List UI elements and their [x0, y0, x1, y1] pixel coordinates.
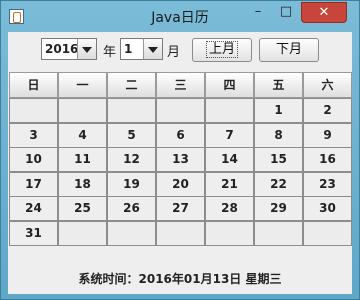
day-cell[interactable]: 30 [303, 196, 352, 221]
app-window: Java日历 – □ ✕ 2016 年 1 月 上月 下月 日 一 二 三 四 … [0, 0, 360, 300]
system-time-status: 系统时间：2016年01月13日 星期三 [78, 272, 282, 286]
weekday-header: 四 [205, 72, 254, 98]
empty-day-cell [107, 221, 156, 246]
day-cell[interactable]: 27 [156, 196, 205, 221]
day-cell[interactable]: 9 [303, 123, 352, 148]
year-select[interactable]: 2016 [41, 38, 97, 60]
empty-day-cell [205, 221, 254, 246]
empty-day-cell [9, 98, 58, 123]
year-label: 年 [103, 45, 117, 60]
day-cell[interactable]: 16 [303, 147, 352, 172]
day-cell[interactable]: 13 [156, 147, 205, 172]
day-cell[interactable]: 2 [303, 98, 352, 123]
day-cell[interactable]: 10 [9, 147, 58, 172]
day-cell[interactable]: 19 [107, 172, 156, 197]
weekday-header: 日 [9, 72, 58, 98]
weekday-header: 一 [58, 72, 107, 98]
day-cell[interactable]: 21 [205, 172, 254, 197]
day-cell[interactable]: 23 [303, 172, 352, 197]
day-cell[interactable]: 18 [58, 172, 107, 197]
next-month-button[interactable]: 下月 [259, 38, 319, 62]
day-cell[interactable]: 7 [205, 123, 254, 148]
empty-day-cell [254, 221, 303, 246]
month-select[interactable]: 1 [120, 38, 163, 60]
day-cell[interactable]: 5 [107, 123, 156, 148]
empty-day-cell [156, 221, 205, 246]
empty-day-cell [58, 221, 107, 246]
day-cell[interactable]: 4 [58, 123, 107, 148]
day-cell[interactable]: 28 [205, 196, 254, 221]
day-cell[interactable]: 26 [107, 196, 156, 221]
month-label: 月 [167, 45, 181, 60]
close-button[interactable]: ✕ [301, 2, 347, 23]
prev-month-button[interactable]: 上月 [192, 38, 252, 62]
minimize-button[interactable]: – [245, 2, 271, 23]
chevron-down-icon[interactable] [143, 39, 162, 59]
day-cell[interactable]: 25 [58, 196, 107, 221]
empty-day-cell [58, 98, 107, 123]
weekday-header: 二 [107, 72, 156, 98]
day-cell[interactable]: 11 [58, 147, 107, 172]
prev-month-label: 上月 [205, 41, 238, 58]
weekday-header: 五 [254, 72, 303, 98]
day-cell[interactable]: 8 [254, 123, 303, 148]
title-bar[interactable]: Java日历 – □ ✕ [1, 1, 359, 31]
day-cell[interactable]: 31 [9, 221, 58, 246]
day-cell[interactable]: 20 [156, 172, 205, 197]
calendar-panel: 2016 年 1 月 上月 下月 日 一 二 三 四 五 六 123456789… [8, 32, 352, 294]
day-cell[interactable]: 12 [107, 147, 156, 172]
day-cell[interactable]: 24 [9, 196, 58, 221]
weekday-header-row: 日 一 二 三 四 五 六 [9, 72, 352, 98]
month-value: 1 [124, 42, 133, 56]
day-cell[interactable]: 1 [254, 98, 303, 123]
empty-day-cell [156, 98, 205, 123]
day-cell[interactable]: 3 [9, 123, 58, 148]
chevron-down-icon[interactable] [77, 39, 96, 59]
empty-day-cell [205, 98, 254, 123]
empty-day-cell [107, 98, 156, 123]
controls-bar: 2016 年 1 月 上月 下月 [8, 32, 352, 72]
day-cell[interactable]: 17 [9, 172, 58, 197]
maximize-button[interactable]: □ [273, 2, 299, 23]
day-cell[interactable]: 14 [205, 147, 254, 172]
year-value: 2016 [45, 42, 79, 56]
weekday-header: 三 [156, 72, 205, 98]
empty-day-cell [303, 221, 352, 246]
weekday-header: 六 [303, 72, 352, 98]
day-cell[interactable]: 22 [254, 172, 303, 197]
day-cell[interactable]: 29 [254, 196, 303, 221]
day-cell[interactable]: 6 [156, 123, 205, 148]
day-cell[interactable]: 15 [254, 147, 303, 172]
